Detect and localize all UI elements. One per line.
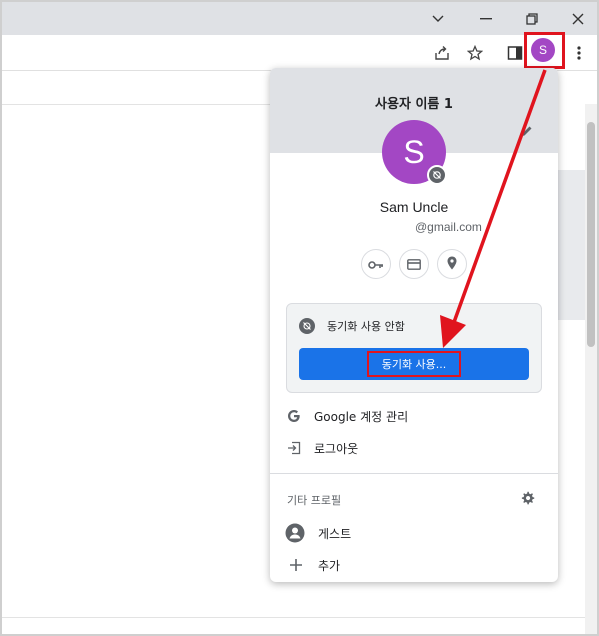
account-email: @gmail.com bbox=[415, 220, 482, 234]
annotation-highlight-avatar bbox=[524, 32, 565, 69]
guest-label: 게스트 bbox=[318, 526, 352, 541]
sync-section: 동기화 사용 안함 동기화 사용... bbox=[286, 303, 542, 393]
logout-icon bbox=[286, 440, 302, 456]
key-icon bbox=[368, 255, 384, 274]
sync-status-text: 동기화 사용 안함 bbox=[327, 320, 405, 333]
payment-methods-button[interactable] bbox=[399, 249, 429, 279]
google-icon bbox=[286, 408, 302, 424]
plus-icon bbox=[288, 557, 304, 573]
guest-avatar-icon bbox=[285, 523, 305, 543]
page-divider bbox=[2, 104, 272, 105]
turn-on-sync-button[interactable]: 동기화 사용... bbox=[299, 348, 529, 380]
manage-google-account-label: Google 계정 관리 bbox=[314, 409, 409, 424]
share-icon[interactable] bbox=[428, 39, 456, 67]
restore-icon[interactable] bbox=[509, 2, 555, 35]
scrollbar-thumb[interactable] bbox=[587, 122, 595, 347]
menu-divider bbox=[270, 473, 558, 474]
title-bar bbox=[2, 2, 597, 35]
sync-off-icon bbox=[299, 318, 315, 334]
guest-profile-item[interactable]: 게스트 bbox=[270, 518, 558, 548]
profile-menu-panel: 사용자 이름 1 S Sam Uncle @gmail.com 동기화 사용 안… bbox=[270, 68, 558, 582]
passwords-button[interactable] bbox=[361, 249, 391, 279]
star-icon[interactable] bbox=[461, 39, 489, 67]
location-icon bbox=[447, 255, 457, 274]
toolbar bbox=[2, 35, 597, 71]
logout-label: 로그아웃 bbox=[314, 441, 359, 456]
edit-icon[interactable] bbox=[520, 123, 534, 142]
add-profile-item[interactable]: 추가 bbox=[270, 550, 558, 580]
gear-icon[interactable] bbox=[520, 491, 535, 510]
minimize-icon[interactable] bbox=[463, 2, 509, 35]
addresses-button[interactable] bbox=[437, 249, 467, 279]
add-profile-label: 추가 bbox=[318, 558, 341, 573]
manage-google-account[interactable]: Google 계정 관리 bbox=[270, 401, 558, 431]
background-card bbox=[557, 170, 585, 320]
turn-on-sync-label: 동기화 사용... bbox=[367, 351, 461, 377]
page-divider-bottom bbox=[2, 617, 585, 618]
close-icon[interactable] bbox=[555, 2, 599, 35]
sync-off-badge-icon bbox=[427, 165, 447, 185]
other-profiles-label: 기타 프로필 bbox=[287, 494, 342, 507]
more-icon[interactable] bbox=[565, 39, 593, 67]
card-icon bbox=[407, 255, 421, 274]
tab-search-icon[interactable] bbox=[415, 2, 461, 35]
profile-name: 사용자 이름 1 bbox=[375, 97, 453, 112]
account-name: Sam Uncle bbox=[379, 199, 449, 215]
logout-item[interactable]: 로그아웃 bbox=[270, 433, 558, 463]
